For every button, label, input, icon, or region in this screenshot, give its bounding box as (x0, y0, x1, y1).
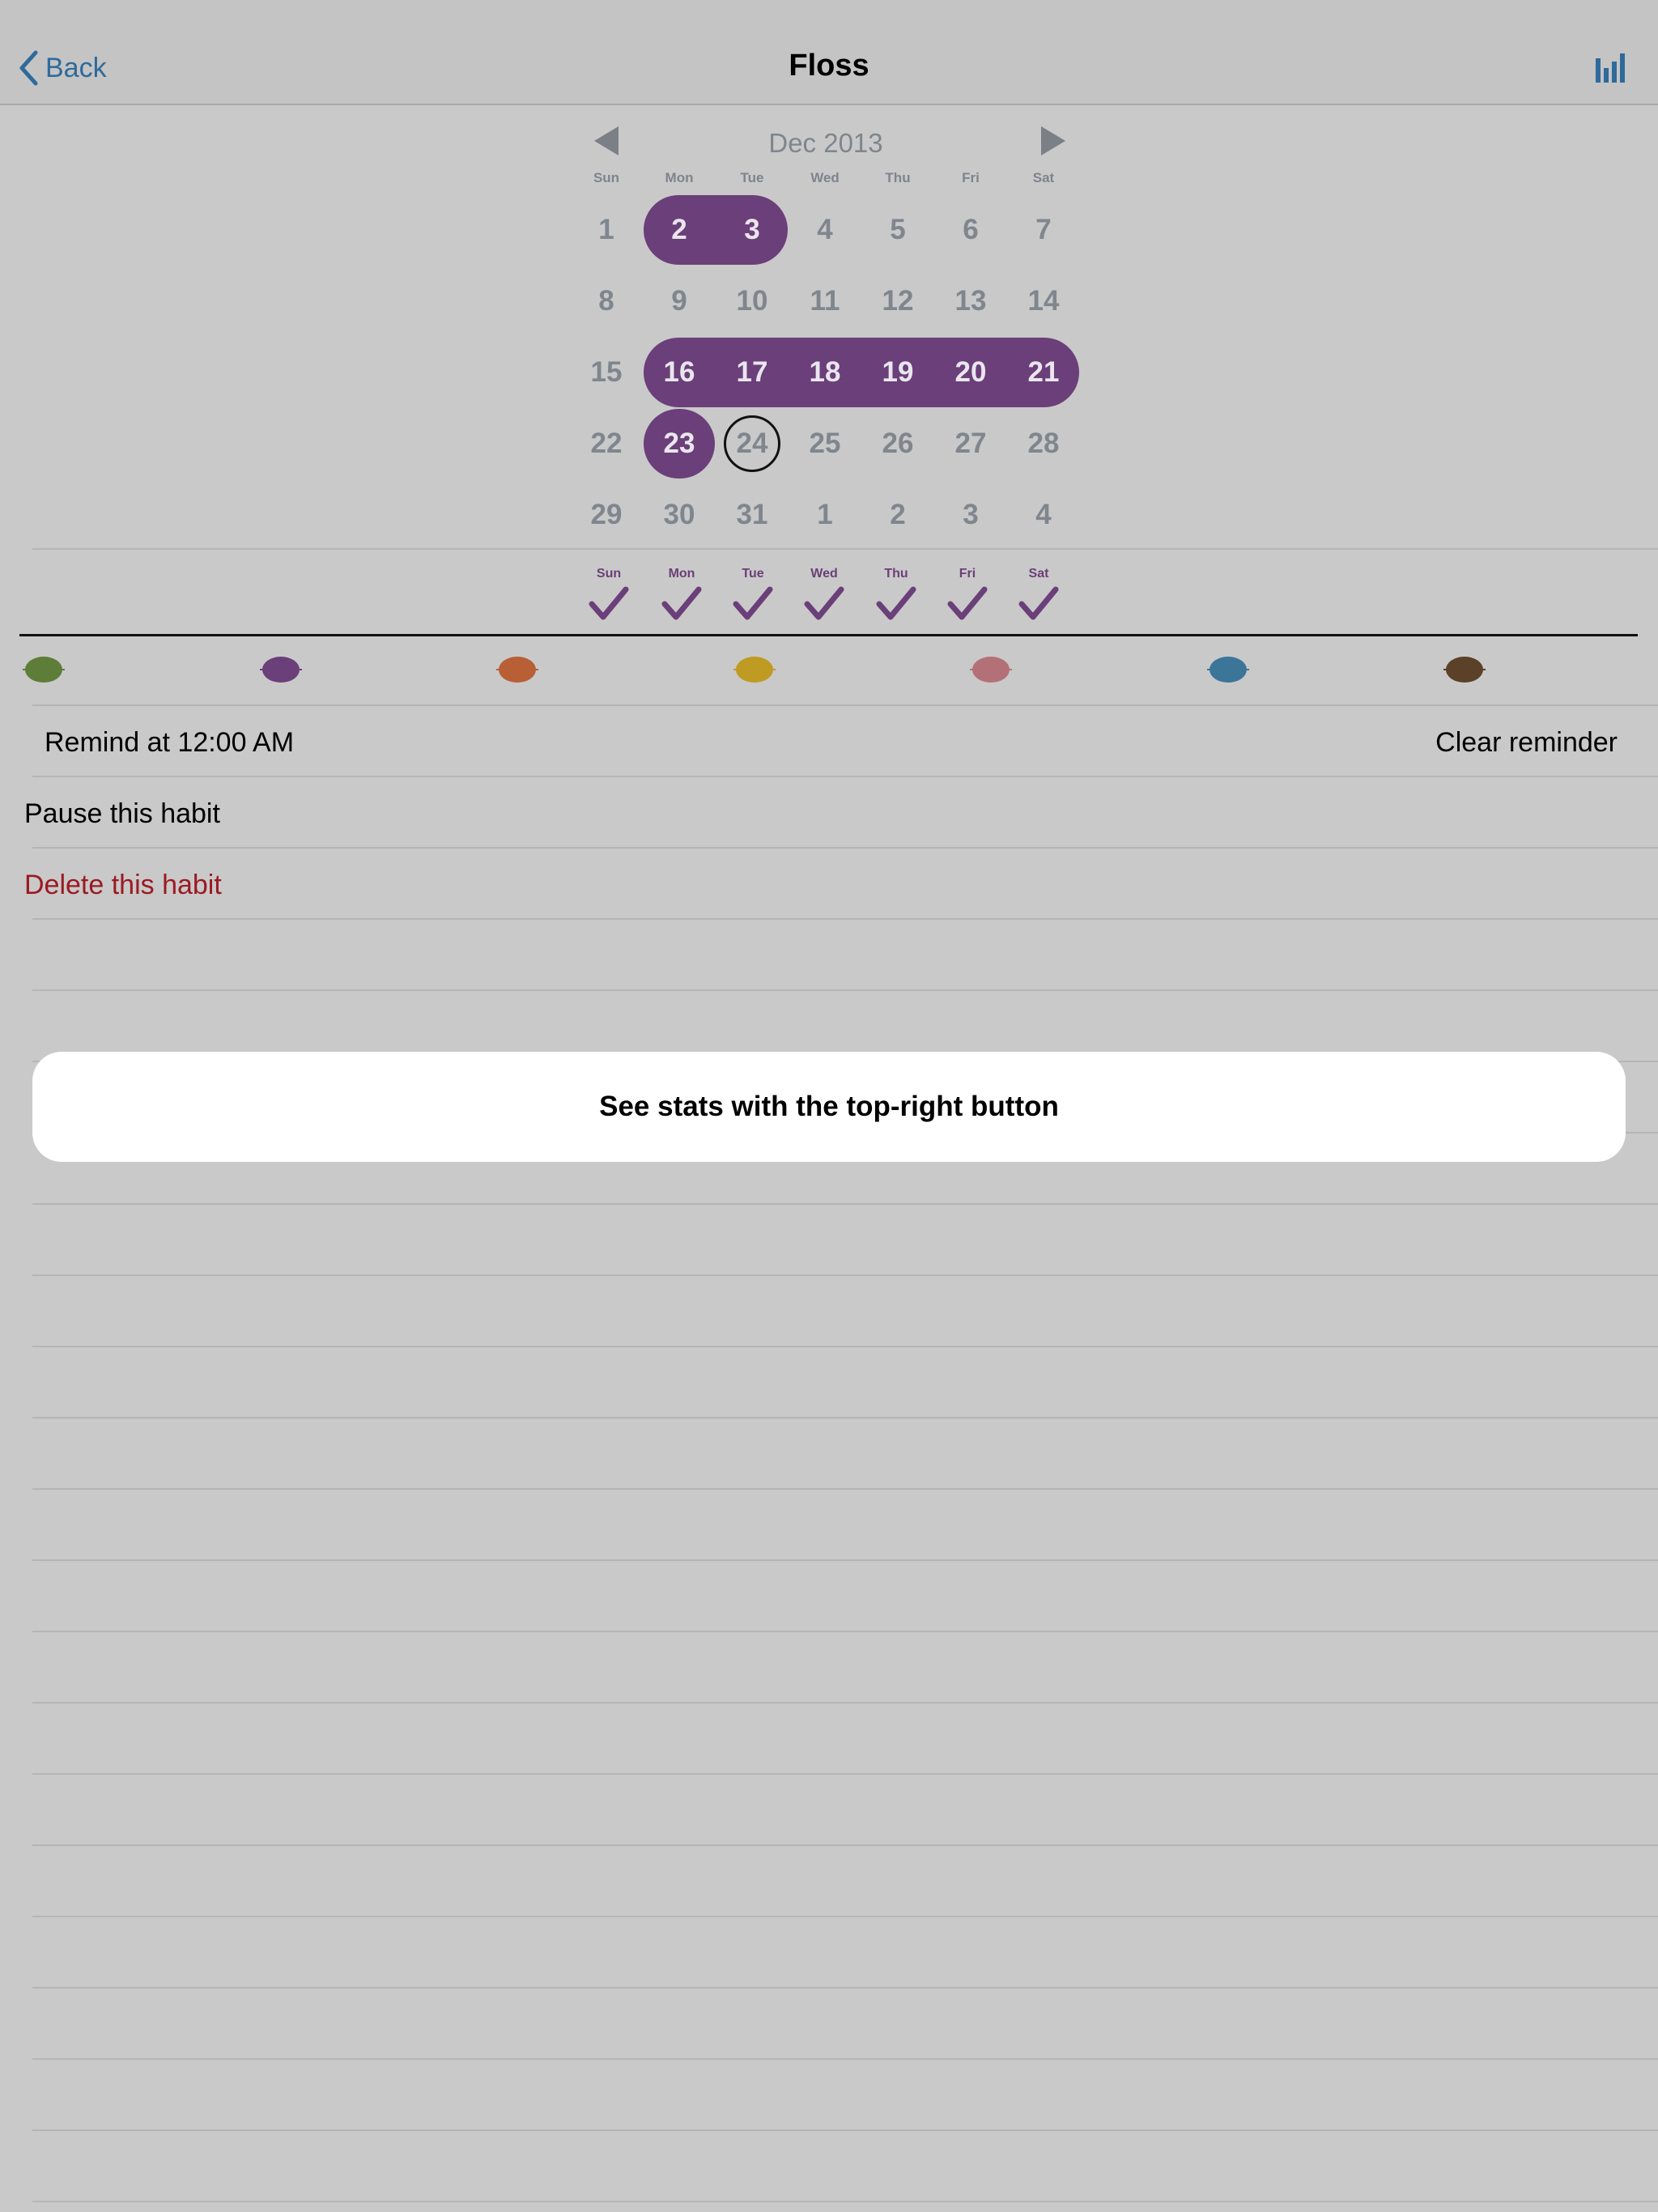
checkmark-icon[interactable] (947, 586, 988, 622)
calendar-day[interactable]: 7 (1010, 196, 1078, 264)
stats-hint-toast: See stats with the top-right button (32, 1052, 1626, 1162)
weekday-label: Tue (740, 170, 764, 185)
calendar-day[interactable]: 18 (791, 338, 859, 406)
calendar-day[interactable]: 28 (1010, 410, 1078, 478)
next-month-arrow-icon[interactable] (1036, 125, 1069, 157)
calendar-day[interactable]: 27 (937, 410, 1005, 478)
schedule-day-label: Tue (742, 567, 764, 581)
color-swatch[interactable] (259, 655, 303, 684)
calendar-day[interactable]: 15 (572, 338, 640, 406)
divider (32, 704, 1658, 706)
list-divider (32, 989, 1658, 991)
calendar-day[interactable]: 21 (1010, 338, 1078, 406)
pause-habit-button[interactable]: Pause this habit (24, 798, 220, 830)
calendar-header: Dec 2013 (583, 120, 1069, 165)
schedule-day-label: Wed (810, 567, 838, 581)
schedule-day-label: Sat (1028, 567, 1049, 581)
nav-bar: Back Floss (0, 0, 1658, 105)
calendar-day[interactable]: 2 (645, 196, 713, 264)
checkmark-icon[interactable] (804, 586, 844, 622)
calendar-day[interactable]: 17 (718, 338, 786, 406)
list-divider (32, 1702, 1658, 1704)
list-divider (32, 1844, 1658, 1846)
list-divider (32, 918, 1658, 920)
calendar-day[interactable]: 31 (718, 481, 786, 549)
divider (19, 634, 1638, 636)
weekday-label: Mon (665, 170, 694, 185)
color-swatch[interactable] (495, 655, 539, 684)
color-swatch[interactable] (1206, 655, 1250, 684)
list-divider (32, 1987, 1658, 1989)
calendar-day[interactable]: 3 (937, 481, 1005, 549)
color-swatch[interactable] (22, 655, 66, 684)
calendar-day[interactable]: 24 (718, 410, 786, 478)
weekday-label: Sat (1032, 170, 1055, 185)
calendar-day[interactable]: 20 (937, 338, 1005, 406)
calendar-day[interactable]: 11 (791, 267, 859, 335)
calendar-day[interactable]: 8 (572, 267, 640, 335)
calendar-day[interactable]: 2 (864, 481, 932, 549)
color-swatch[interactable] (969, 655, 1013, 684)
list-divider (32, 1417, 1658, 1419)
checkmark-icon[interactable] (661, 586, 702, 622)
calendar-day[interactable]: 23 (645, 410, 713, 478)
list-divider (32, 1274, 1658, 1276)
calendar-day[interactable]: 6 (937, 196, 1005, 264)
calendar-day[interactable]: 12 (864, 267, 932, 335)
divider (32, 548, 1658, 550)
calendar-day[interactable]: 9 (645, 267, 713, 335)
divider (32, 847, 1658, 849)
calendar-day[interactable]: 3 (718, 196, 786, 264)
calendar-day[interactable]: 13 (937, 267, 1005, 335)
weekday-label: Wed (810, 170, 840, 185)
list-divider (32, 2058, 1658, 2060)
schedule-day-label: Sun (596, 567, 622, 581)
divider (32, 776, 1658, 777)
remind-at-button[interactable]: Remind at 12:00 AM (45, 727, 294, 759)
calendar-day[interactable]: 26 (864, 410, 932, 478)
calendar-day[interactable]: 30 (645, 481, 713, 549)
delete-habit-button[interactable]: Delete this habit (24, 870, 222, 901)
toast-message: See stats with the top-right button (599, 1091, 1059, 1122)
list-divider (32, 2201, 1658, 2202)
color-swatch[interactable] (733, 655, 776, 684)
schedule-day-label: Mon (668, 567, 695, 581)
calendar-day[interactable]: 22 (572, 410, 640, 478)
calendar-day[interactable]: 16 (645, 338, 713, 406)
calendar-day[interactable]: 19 (864, 338, 932, 406)
list-divider (32, 1203, 1658, 1205)
calendar-day[interactable]: 4 (791, 196, 859, 264)
calendar-day[interactable]: 5 (864, 196, 932, 264)
weekday-label: Thu (885, 170, 911, 185)
month-title: Dec 2013 (768, 128, 883, 158)
checkmark-icon[interactable] (876, 586, 916, 622)
weekday-label: Sun (593, 170, 620, 185)
calendar-day[interactable]: 1 (791, 481, 859, 549)
list-divider (32, 1916, 1658, 1917)
checkmark-icon[interactable] (733, 586, 773, 622)
clear-reminder-button[interactable]: Clear reminder (1435, 727, 1618, 759)
list-divider (32, 1773, 1658, 1775)
weekday-label: Fri (962, 170, 980, 185)
schedule-day-label: Fri (959, 567, 976, 581)
calendar-day[interactable]: 25 (791, 410, 859, 478)
calendar-day[interactable]: 14 (1010, 267, 1078, 335)
list-divider (32, 2129, 1658, 2131)
list-divider (32, 1488, 1658, 1490)
page-title: Floss (789, 49, 869, 83)
schedule-day-label: Thu (884, 567, 908, 581)
checkmark-icon[interactable] (589, 586, 629, 622)
bar-chart-icon[interactable] (1595, 52, 1627, 84)
list-divider (32, 1631, 1658, 1632)
calendar-day[interactable]: 29 (572, 481, 640, 549)
checkmark-icon[interactable] (1018, 586, 1059, 622)
color-swatch[interactable] (1443, 655, 1486, 684)
calendar-day[interactable]: 10 (718, 267, 786, 335)
list-divider (32, 1346, 1658, 1347)
calendar-day[interactable]: 4 (1010, 481, 1078, 549)
list-divider (32, 1559, 1658, 1561)
calendar-day[interactable]: 1 (572, 196, 640, 264)
